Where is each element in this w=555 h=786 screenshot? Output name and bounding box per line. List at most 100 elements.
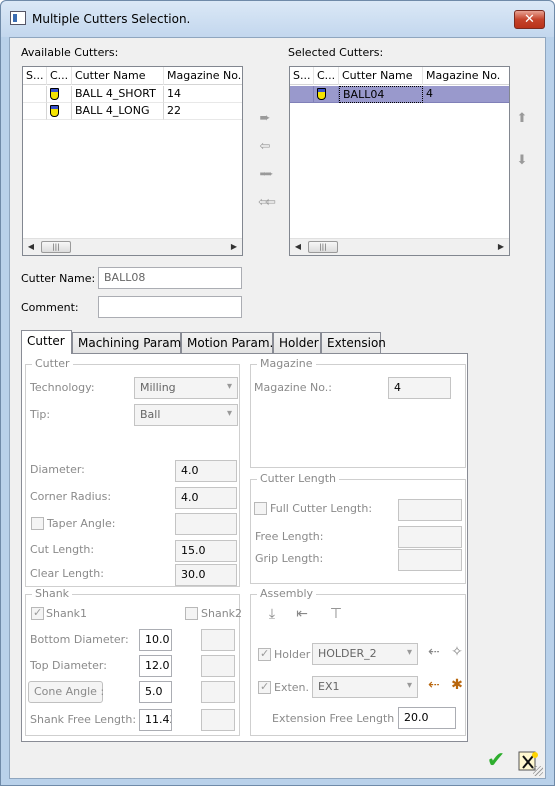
shank-free-length-secondary-field[interactable] xyxy=(201,709,235,731)
scroll-left-icon[interactable]: ◀ xyxy=(292,241,304,253)
move-down-icon[interactable]: ⬇ xyxy=(515,154,529,168)
cutter-length-group-title: Cutter Length xyxy=(257,472,340,485)
move-all-right-icon[interactable]: ➨➨ xyxy=(254,168,276,182)
assemble-tool-icon[interactable]: ⤓ xyxy=(263,605,281,623)
attach-extension-icon[interactable]: ⊤ xyxy=(327,605,345,623)
status-cell xyxy=(23,86,47,103)
tab-holder[interactable]: Holder xyxy=(273,332,321,353)
cutter-type-cell xyxy=(47,103,72,120)
status-cell xyxy=(290,86,314,103)
col-header-c[interactable]: C... xyxy=(314,67,339,85)
cutter-group: Cutter Technology: Milling Tip: Ball Dia… xyxy=(25,357,240,587)
extension-free-length-field[interactable]: 20.0 xyxy=(398,707,456,729)
cone-angle-secondary-field[interactable] xyxy=(201,681,235,703)
technology-select[interactable]: Milling xyxy=(134,377,238,399)
table-row-selected[interactable]: BALL04 4 xyxy=(290,86,509,103)
scroll-thumb[interactable]: ||| xyxy=(41,241,71,253)
shank2-checkbox[interactable] xyxy=(185,607,198,620)
close-button[interactable]: ✕ xyxy=(514,10,545,29)
full-cutter-length-checkbox[interactable] xyxy=(254,502,267,515)
horizontal-scrollbar[interactable]: ◀ ||| ▶ xyxy=(23,238,242,255)
holder-new-icon[interactable]: ✧ xyxy=(448,643,466,661)
selected-cutters-label: Selected Cutters: xyxy=(288,46,384,59)
col-header-s[interactable]: S... xyxy=(290,67,314,85)
cutter-type-cell xyxy=(47,86,72,103)
scroll-thumb[interactable]: ||| xyxy=(308,241,338,253)
scroll-left-icon[interactable]: ◀ xyxy=(25,241,37,253)
free-length-label: Free Length: xyxy=(255,530,324,543)
col-header-magazine[interactable]: Magazine No. xyxy=(164,67,242,85)
bottom-diameter-secondary-field[interactable] xyxy=(201,629,235,651)
cutter-name-field[interactable]: BALL08 xyxy=(98,267,242,289)
holder-checkbox[interactable] xyxy=(258,647,271,661)
top-diameter-label: Top Diameter: xyxy=(30,659,107,672)
clear-length-label: Clear Length: xyxy=(30,567,104,580)
attach-holder-icon[interactable]: ⇤ xyxy=(293,605,311,623)
table-row[interactable]: BALL 4_SHORT 14 xyxy=(23,86,242,103)
ok-button[interactable]: ✔ xyxy=(483,748,509,774)
top-diameter-secondary-field[interactable] xyxy=(201,655,235,677)
corner-radius-label: Corner Radius: xyxy=(30,490,112,503)
cutter-name-cell: BALL 4_SHORT xyxy=(72,86,164,103)
available-cutters-grid[interactable]: S... C... Cutter Name Magazine No. BALL … xyxy=(22,66,243,256)
move-up-icon[interactable]: ⬆ xyxy=(515,112,529,126)
magazine-cell: 14 xyxy=(164,86,242,103)
taper-angle-label: Taper Angle: xyxy=(47,517,116,530)
tab-machining-param[interactable]: Machining Param. xyxy=(72,332,185,353)
extension-new-icon[interactable]: ✱ xyxy=(448,676,466,694)
diameter-field[interactable]: 4.0 xyxy=(175,460,237,482)
move-left-icon[interactable]: ⇦ xyxy=(258,140,272,154)
col-header-c[interactable]: C... xyxy=(47,67,72,85)
app-icon xyxy=(10,11,26,25)
table-row[interactable]: BALL 4_LONG 22 xyxy=(23,103,242,120)
col-header-cutter-name[interactable]: Cutter Name xyxy=(72,67,164,85)
shank-group-title: Shank xyxy=(32,587,73,600)
comment-label: Comment: xyxy=(21,301,79,314)
tab-motion-param[interactable]: Motion Param. xyxy=(181,332,273,353)
full-cutter-length-field[interactable] xyxy=(398,499,462,521)
cone-angle-button[interactable]: Cone Angle : xyxy=(28,681,104,703)
ball-cutter-icon xyxy=(317,88,326,100)
cut-length-label: Cut Length: xyxy=(30,543,95,556)
cutter-tab-panel: Cutter Technology: Milling Tip: Ball Dia… xyxy=(21,353,468,742)
extension-select[interactable]: EX1 xyxy=(312,676,418,698)
selected-cutters-grid[interactable]: S... C... Cutter Name Magazine No. BALL0… xyxy=(289,66,510,256)
scroll-right-icon[interactable]: ▶ xyxy=(495,241,507,253)
tab-cutter[interactable]: Cutter xyxy=(21,330,72,354)
col-header-magazine[interactable]: Magazine No. xyxy=(423,67,509,85)
cutter-name-cell: BALL 4_LONG xyxy=(72,103,164,120)
move-right-icon[interactable]: ➨ xyxy=(258,112,272,126)
holder-select[interactable]: HOLDER_2 xyxy=(312,643,418,665)
corner-radius-field[interactable]: 4.0 xyxy=(175,487,237,509)
holder-edit-icon[interactable]: ⇠ xyxy=(425,643,443,661)
cutter-name-label: Cutter Name: xyxy=(21,272,96,285)
scroll-right-icon[interactable]: ▶ xyxy=(228,241,240,253)
tip-label: Tip: xyxy=(30,408,51,421)
tab-extension[interactable]: Extension xyxy=(321,332,386,353)
top-diameter-field[interactable]: 12.0 xyxy=(139,655,172,677)
resize-grip-icon[interactable] xyxy=(533,766,543,776)
move-all-left-icon[interactable]: ⇦⇦ xyxy=(254,196,276,210)
bottom-diameter-field[interactable]: 10.0 xyxy=(139,629,172,651)
horizontal-scrollbar[interactable]: ◀ ||| ▶ xyxy=(290,238,509,255)
magazine-no-field[interactable]: 4 xyxy=(388,377,451,399)
tip-select[interactable]: Ball xyxy=(134,404,238,426)
full-cutter-length-label: Full Cutter Length: xyxy=(270,502,373,515)
taper-angle-checkbox[interactable] xyxy=(31,517,44,530)
grip-length-field[interactable] xyxy=(398,549,462,571)
comment-field[interactable] xyxy=(98,296,242,318)
shank1-checkbox[interactable] xyxy=(31,606,44,620)
taper-angle-field[interactable] xyxy=(175,513,237,535)
cone-angle-field[interactable]: 5.0 xyxy=(139,681,172,703)
col-header-cutter-name[interactable]: Cutter Name xyxy=(339,67,423,85)
selected-grid-header: S... C... Cutter Name Magazine No. xyxy=(290,67,509,85)
cut-length-field[interactable]: 15.0 xyxy=(175,540,237,562)
magazine-cell: 4 xyxy=(423,86,509,103)
clear-length-field[interactable]: 30.0 xyxy=(175,564,237,586)
shank-free-length-field[interactable]: 11.43 xyxy=(139,709,172,731)
free-length-field[interactable] xyxy=(398,526,462,548)
extension-edit-icon[interactable]: ⇠ xyxy=(425,676,443,694)
col-header-s[interactable]: S... xyxy=(23,67,47,85)
magazine-no-label: Magazine No.: xyxy=(254,381,332,394)
extension-checkbox[interactable] xyxy=(258,680,271,694)
